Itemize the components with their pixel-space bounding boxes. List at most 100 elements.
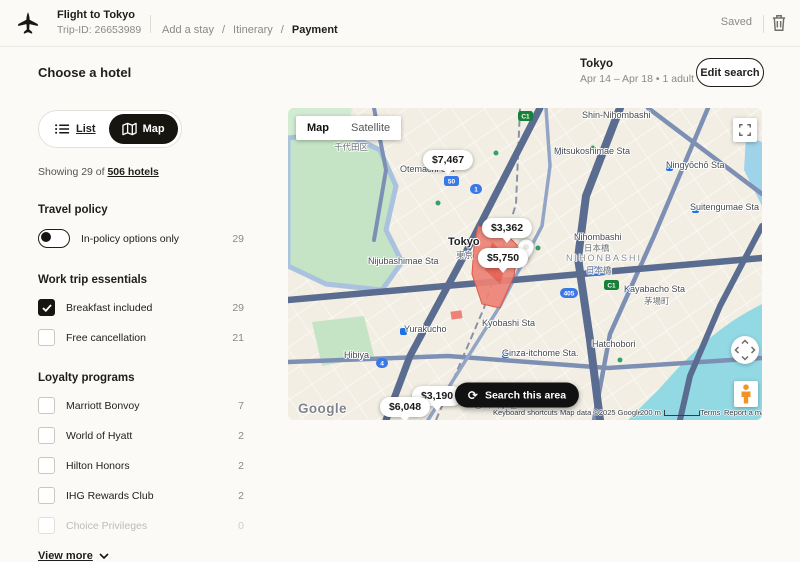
filter-free-cancellation[interactable]: Free cancellation 21	[38, 329, 244, 346]
map-view-button[interactable]: Map	[109, 114, 178, 144]
scale-bar	[664, 410, 700, 416]
map-label-ningyocho: Ningyōchō Sta	[666, 160, 725, 170]
list-view-button[interactable]: List	[42, 114, 109, 144]
svg-text:4: 4	[380, 361, 384, 368]
hotel-price-marker[interactable]: $7,467	[423, 150, 473, 170]
map-label-nihonbashi-district-cjk: 日本橋	[586, 264, 612, 276]
filter-ihg-rewards-club[interactable]: IHG Rewards Club 2	[38, 487, 244, 504]
edit-search-button[interactable]: Edit search	[696, 58, 764, 87]
filter-label: World of Hyatt	[66, 430, 238, 442]
filter-choice-privileges: Choice Privileges 0	[38, 517, 244, 534]
breadcrumb: Add a stay / Itinerary / Payment	[162, 24, 338, 36]
map-label-nijubashimae: Nijubashimae Sta	[368, 256, 439, 266]
svg-text:C1: C1	[607, 283, 616, 290]
map-label-tokyo: Tokyo	[448, 236, 480, 248]
hotel-price-marker[interactable]: $3,362	[482, 218, 532, 238]
fullscreen-button[interactable]	[733, 118, 757, 142]
filter-label: Hilton Honors	[66, 460, 238, 472]
filter-marriott-bonvoy[interactable]: Marriott Bonvoy 7	[38, 397, 244, 414]
filter-label: IHG Rewards Club	[66, 490, 238, 502]
map-label-kayabacho-cjk: 茅場町	[644, 295, 670, 307]
view-toggle: List Map	[38, 110, 182, 148]
filter-breakfast-included[interactable]: Breakfast included 29	[38, 299, 244, 316]
trip-title: Flight to Tokyo	[57, 9, 135, 21]
map-label-tokyo-cjk: 東京	[456, 249, 473, 261]
filter-label: Marriott Bonvoy	[66, 400, 238, 412]
map-label-nihonbashi-district: NIHONBASHI	[566, 253, 642, 263]
breadcrumb-payment[interactable]: Payment	[292, 24, 338, 36]
filter-count: 2	[238, 490, 244, 502]
search-dates: Apr 14 – Apr 18 • 1 adult	[580, 73, 694, 85]
breadcrumb-add-a-stay[interactable]: Add a stay	[162, 24, 214, 36]
checkbox-icon[interactable]	[38, 487, 55, 504]
terms-link[interactable]: Terms	[700, 408, 720, 417]
refresh-icon: ⟳	[468, 389, 478, 401]
filter-label: Free cancellation	[66, 332, 232, 344]
svg-text:50: 50	[448, 179, 456, 186]
map-data-text: Map data ©2025 Google	[560, 408, 642, 417]
work-trip-title: Work trip essentials	[38, 274, 244, 286]
filter-label: Breakfast included	[66, 302, 232, 314]
hotel-price-marker[interactable]: $6,048	[380, 397, 430, 417]
map-label-hatchobori: Hatchobori	[592, 339, 636, 349]
breadcrumb-itinerary[interactable]: Itinerary	[233, 24, 273, 36]
filter-count: 2	[238, 460, 244, 472]
checkbox-icon[interactable]	[38, 427, 55, 444]
map-label-hibiya: Hibiya	[344, 350, 369, 360]
header-divider	[763, 15, 764, 33]
filter-label: Choice Privileges	[66, 520, 238, 532]
checkbox-icon[interactable]	[38, 397, 55, 414]
breadcrumb-separator: /	[222, 24, 225, 36]
trash-icon[interactable]	[770, 13, 788, 33]
google-logo[interactable]: Google	[298, 401, 347, 416]
filter-world-of-hyatt[interactable]: World of Hyatt 2	[38, 427, 244, 444]
search-destination: Tokyo	[580, 58, 613, 70]
filter-count: 21	[232, 332, 244, 344]
checkbox-checked-icon[interactable]	[38, 299, 55, 316]
page-title: Choose a hotel	[38, 65, 131, 80]
header-divider	[150, 15, 151, 33]
filter-count: 7	[238, 400, 244, 412]
list-icon	[55, 123, 70, 135]
checkbox-icon[interactable]	[38, 329, 55, 346]
in-policy-count: 29	[232, 233, 244, 245]
map-type-satellite-button[interactable]: Satellite	[340, 116, 401, 140]
filter-count: 2	[238, 430, 244, 442]
map-label-nihombashi-sta: Nihombashi	[574, 232, 622, 242]
view-more-link[interactable]: View more	[38, 550, 244, 562]
keyboard-shortcuts-link[interactable]: Keyboard shortcuts	[493, 408, 558, 417]
filter-count: 29	[232, 302, 244, 314]
map-icon	[122, 122, 137, 136]
list-view-label: List	[76, 123, 96, 135]
checkbox-icon	[38, 517, 55, 534]
pegman-icon	[740, 384, 752, 404]
map-label-suitengumae: Suitengumae Sta	[690, 202, 759, 212]
travel-policy-title: Travel policy	[38, 204, 244, 216]
map-label-ginza-itchome: Ginza-itchome Sta.	[502, 348, 579, 358]
map-label-chiyoda-cjk: 千代田区	[334, 141, 368, 153]
in-policy-toggle[interactable]	[38, 229, 70, 248]
filter-hilton-honors[interactable]: Hilton Honors 2	[38, 457, 244, 474]
report-map-error-link[interactable]: Report a map error	[724, 408, 762, 417]
in-policy-filter-row[interactable]: In-policy options only 29	[38, 229, 244, 248]
view-more-label: View more	[38, 550, 93, 562]
map-view-label: Map	[143, 123, 165, 135]
search-this-area-button[interactable]: ⟳ Search this area	[455, 383, 579, 408]
pegman-control[interactable]	[734, 381, 758, 407]
filters-sidebar: List Map Showing 29 of 506 hotels Travel…	[38, 110, 244, 562]
pan-control[interactable]	[730, 335, 760, 365]
airplane-logo-icon[interactable]	[16, 11, 40, 35]
svg-text:C1: C1	[521, 114, 530, 121]
trip-id: Trip-ID: 26653989	[57, 24, 141, 36]
map-label-kayabacho: Kayabacho Sta	[624, 284, 685, 294]
map-scale: 200 m	[640, 408, 700, 417]
results-total-link[interactable]: 506 hotels	[107, 166, 158, 178]
checkbox-icon[interactable]	[38, 457, 55, 474]
hotel-price-marker[interactable]: $5,750	[478, 248, 528, 268]
saved-status: Saved	[721, 16, 752, 28]
results-summary: Showing 29 of 506 hotels	[38, 166, 244, 178]
map-panel[interactable]: 50 1 C1 316 405 C1 4 Chiyoda City 千代田区 O…	[288, 108, 762, 420]
search-this-area-label: Search this area	[485, 389, 566, 401]
map-type-map-button[interactable]: Map	[296, 116, 340, 140]
filter-count: 0	[238, 520, 244, 532]
